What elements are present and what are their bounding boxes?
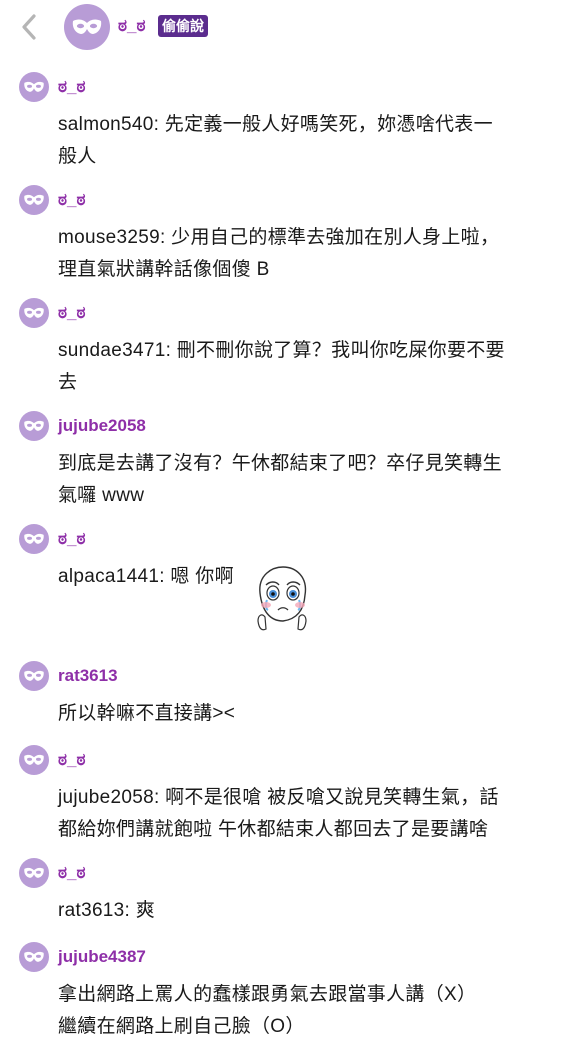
comment-line: 拿出網路上罵人的蠢樣跟勇氣去跟當事人講（X） [58, 984, 477, 1005]
comment-text: sundae3471: 刪不刪你說了算？我叫你吃屎你要不要 去 [58, 335, 544, 399]
commenter-avatar[interactable] [19, 745, 49, 775]
mask-icon [24, 533, 44, 544]
commenter-avatar[interactable] [19, 411, 49, 441]
comment-line: 理直氣狀講幹話像個傻 B [58, 259, 270, 280]
comment-line: 所以幹嘛不直接講>< [58, 703, 236, 724]
author-avatar[interactable] [64, 4, 110, 50]
anonymous-badge: 偷偷說 [158, 15, 208, 37]
comment-line: 氣囉 www [58, 485, 145, 506]
comment-text: mouse3259: 少用自己的標準去強加在別人身上啦， 理直氣狀講幹話像個傻 … [58, 222, 544, 286]
comment-line: jujube2058: 啊不是很嗆 被反嗆又說見笑轉生氣，話 [58, 787, 499, 808]
comment-text: 所以幹嘛不直接講>< [58, 698, 544, 730]
comment-text: 到底是去講了沒有？午休都結束了吧？卒仔見笑轉生 氣囉 www [58, 448, 544, 512]
chevron-left-icon [22, 14, 36, 40]
comment-text: salmon540: 先定義一般人好嗎笑死，妳憑啥代表一 般人 [58, 109, 544, 173]
comment-line: 繼續在網路上刷自己臉（O） [58, 1016, 305, 1037]
commenter-name: ಠ_ಠ [58, 190, 86, 209]
commenter-name: ಠ_ಠ [58, 529, 86, 548]
comment-line: 到底是去講了沒有？午休都結束了吧？卒仔見笑轉生 [58, 453, 502, 474]
comment-line: rat3613: 爽 [58, 900, 155, 921]
mask-icon [24, 307, 44, 318]
mask-icon [24, 670, 44, 681]
commenter-name: jujube2058 [58, 416, 146, 435]
comment-line: mouse3259: 少用自己的標準去強加在別人身上啦， [58, 227, 500, 248]
author-name: ಠ_ಠ [118, 16, 146, 35]
commenter-avatar[interactable] [19, 942, 49, 972]
comment-line: sundae3471: 刪不刪你說了算？我叫你吃屎你要不要 [58, 340, 505, 361]
mask-icon [24, 81, 44, 92]
commenter-name: rat3613 [58, 666, 118, 685]
back-button[interactable] [14, 10, 44, 44]
commenter-avatar[interactable] [19, 858, 49, 888]
comment-text: 拿出網路上罵人的蠢樣跟勇氣去跟當事人講（X） 繼續在網路上刷自己臉（O） [58, 979, 544, 1043]
commenter-name: ಠ_ಠ [58, 863, 86, 882]
commenter-name: jujube4387 [58, 947, 146, 966]
commenter-name: ಠ_ಠ [58, 77, 86, 96]
comment-text: rat3613: 爽 [58, 895, 544, 927]
commenter-avatar[interactable] [19, 72, 49, 102]
mask-icon [24, 194, 44, 205]
thread-header: ಠ_ಠ 偷偷說 [0, 0, 562, 56]
commenter-avatar[interactable] [19, 185, 49, 215]
mask-icon [24, 951, 44, 962]
teary-face-sticker[interactable] [250, 563, 314, 635]
commenter-name: ಠ_ಠ [58, 303, 86, 322]
comment-line: salmon540: 先定義一般人好嗎笑死，妳憑啥代表一 [58, 114, 493, 135]
mask-icon [24, 867, 44, 878]
commenter-avatar[interactable] [19, 524, 49, 554]
mask-icon [24, 420, 44, 431]
comment-line: 都給妳們講就飽啦 午休都結束人都回去了是要講啥 [58, 819, 489, 840]
mask-icon [72, 19, 102, 34]
comment-line: 般人 [58, 146, 97, 167]
commenter-avatar[interactable] [19, 298, 49, 328]
comment-text: jujube2058: 啊不是很嗆 被反嗆又說見笑轉生氣，話 都給妳們講就飽啦 … [58, 782, 544, 846]
commenter-avatar[interactable] [19, 661, 49, 691]
mask-icon [24, 754, 44, 765]
commenter-name: ಠ_ಠ [58, 750, 86, 769]
comment-line: 去 [58, 372, 78, 393]
